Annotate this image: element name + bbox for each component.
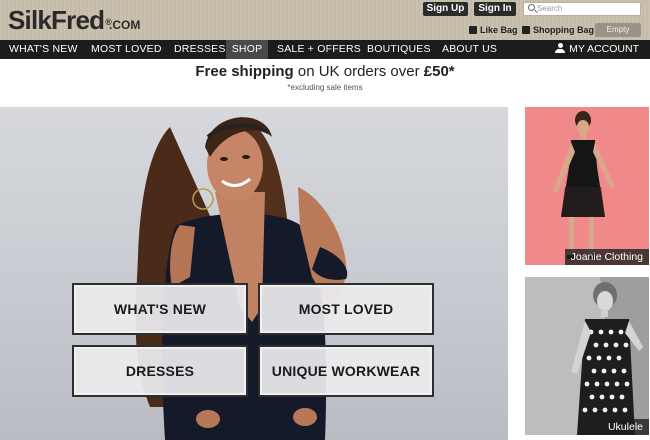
promo-middle: on UK orders over <box>293 63 424 80</box>
site-header: SilkFred®.COM Sign Up Sign In Search Lik… <box>0 0 650 40</box>
boutique-card-joanie[interactable]: Joanie Clothing <box>525 107 649 265</box>
tile-dresses[interactable]: DRESSES <box>72 345 248 397</box>
search-input[interactable]: Search <box>523 2 641 16</box>
main-nav: WHAT'S NEW MOST LOVED DRESSES SHOP SALE … <box>0 40 650 59</box>
hero-banner: WHAT'S NEW MOST LOVED DRESSES UNIQUE WOR… <box>0 107 508 440</box>
promo-bold: Free shipping <box>195 63 294 80</box>
ukulele-model-image <box>525 277 649 435</box>
sign-up-button[interactable]: Sign Up <box>423 2 468 16</box>
promo-amount: £50* <box>423 63 455 80</box>
shopping-bag-link[interactable]: Shopping Bag <box>522 24 594 36</box>
user-icon <box>555 43 566 54</box>
promo-note: *excluding sale items <box>287 83 363 92</box>
nav-item-dresses[interactable]: DRESSES <box>174 40 226 59</box>
tile-whats-new[interactable]: WHAT'S NEW <box>72 283 248 335</box>
search-placeholder: Search <box>537 4 563 13</box>
tile-unique-workwear[interactable]: UNIQUE WORKWEAR <box>258 345 434 397</box>
logo-text: SilkFred <box>8 5 105 35</box>
logo-tld: .COM <box>109 18 141 32</box>
shopping-bag-label: Shopping Bag <box>533 25 594 35</box>
nav-item-shop[interactable]: SHOP <box>226 40 268 59</box>
card-label-joanie: Joanie Clothing <box>564 249 649 265</box>
nav-item-boutiques[interactable]: BOUTIQUES <box>367 40 431 59</box>
bag-icon <box>522 25 530 34</box>
logo-reg-mark: ® <box>105 17 112 27</box>
tile-most-loved[interactable]: MOST LOVED <box>258 283 434 335</box>
nav-item-most-loved[interactable]: MOST LOVED <box>91 40 162 59</box>
heart-bag-icon <box>469 25 477 34</box>
my-account-label: MY ACCOUNT <box>569 43 639 55</box>
nav-item-whats-new[interactable]: WHAT'S NEW <box>9 40 78 59</box>
like-bag-link[interactable]: Like Bag <box>469 24 518 36</box>
joanie-model-image <box>553 111 615 259</box>
nav-item-about-us[interactable]: ABOUT US <box>442 40 497 59</box>
sign-in-button[interactable]: Sign In <box>474 2 516 16</box>
my-account-link[interactable]: MY ACCOUNT <box>555 40 639 59</box>
boutique-card-ukulele[interactable]: Ukulele <box>525 277 649 435</box>
card-label-ukulele: Ukulele <box>601 419 649 435</box>
promo-banner: Free shipping on UK orders over £50* *ex… <box>0 62 650 93</box>
nav-item-sale-offers[interactable]: SALE + OFFERS <box>277 40 361 59</box>
empty-bag-button[interactable]: Empty <box>595 23 641 37</box>
site-logo[interactable]: SilkFred®.COM <box>8 6 140 39</box>
like-bag-label: Like Bag <box>480 25 518 35</box>
search-icon <box>528 4 535 12</box>
promo-headline: Free shipping on UK orders over £50* <box>0 62 650 82</box>
